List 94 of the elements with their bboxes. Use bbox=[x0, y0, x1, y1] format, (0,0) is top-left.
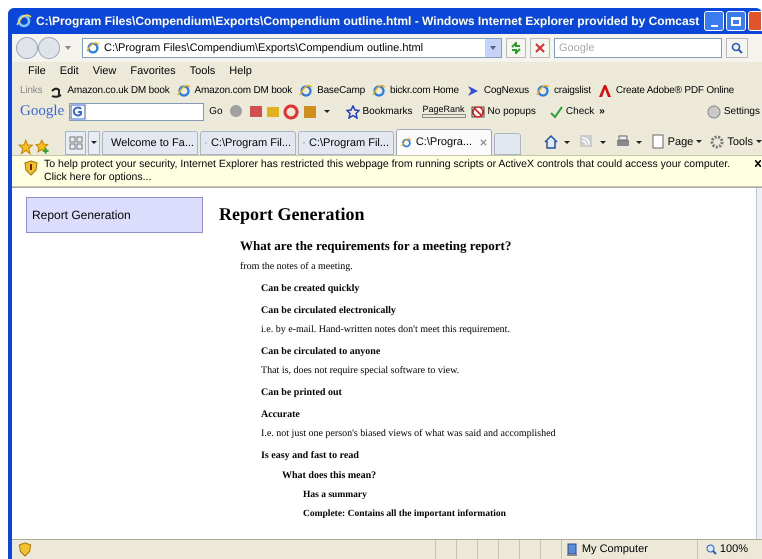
home-icon[interactable] bbox=[542, 134, 559, 150]
dropdown-icon[interactable] bbox=[489, 45, 497, 51]
link-button[interactable]: Create Adobe® PDF Online bbox=[598, 83, 734, 98]
refresh-icon bbox=[510, 42, 522, 54]
menu-item[interactable]: Favorites bbox=[130, 63, 176, 80]
tab[interactable]: C:\Program Fil... bbox=[298, 131, 394, 155]
outline-note: i.e. by e-mail. Hand-written notes don't meet this requirement. bbox=[261, 322, 511, 336]
forward-button[interactable] bbox=[38, 37, 60, 59]
computer-icon bbox=[566, 542, 578, 556]
bookmarks-button[interactable]: Bookmarks bbox=[346, 104, 413, 119]
zoom-icon bbox=[706, 544, 717, 555]
link-button[interactable]: bickr.com Home bbox=[372, 83, 459, 98]
zoom-button[interactable]: 100% bbox=[696, 540, 762, 559]
search-field[interactable] bbox=[69, 102, 204, 120]
quick-tabs-button[interactable] bbox=[64, 131, 86, 155]
stop-button[interactable] bbox=[530, 38, 550, 58]
search-field[interactable]: Google bbox=[554, 38, 722, 58]
check-icon bbox=[548, 104, 563, 118]
close-icon[interactable] bbox=[755, 160, 761, 167]
tab-list-button[interactable] bbox=[88, 131, 100, 155]
shield-icon bbox=[18, 542, 32, 557]
google-logo: Google bbox=[20, 102, 64, 122]
close-button[interactable] bbox=[748, 11, 762, 31]
links-label: Links bbox=[20, 84, 42, 98]
outline-heading: Accurate bbox=[261, 408, 301, 422]
gear-icon bbox=[710, 134, 724, 149]
search-icon bbox=[731, 42, 743, 54]
close-icon bbox=[535, 43, 545, 53]
star-icon bbox=[346, 104, 360, 118]
outline-heading: Can be printed out bbox=[261, 386, 343, 400]
search-button[interactable] bbox=[726, 38, 748, 58]
link-button[interactable]: Amazon.com DM book bbox=[176, 83, 292, 98]
settings-icon bbox=[706, 104, 721, 118]
zone-label: My Computer bbox=[582, 542, 648, 558]
outline-heading: Can be created quickly bbox=[261, 282, 360, 296]
minimize-button[interactable] bbox=[704, 11, 724, 31]
page-icon bbox=[650, 134, 665, 150]
caret-icon[interactable] bbox=[598, 140, 607, 144]
menu-item[interactable]: Edit bbox=[60, 63, 79, 80]
caret-icon[interactable] bbox=[562, 140, 571, 144]
outline-note: I.e. not just one person's biased views of what was said and accomplished bbox=[261, 426, 557, 440]
google-icon bbox=[70, 104, 86, 120]
link-button[interactable]: BaseCamp bbox=[299, 83, 365, 98]
dropdown-icon[interactable] bbox=[64, 45, 72, 51]
popup-blocker-button[interactable]: No popups bbox=[470, 104, 536, 119]
tab[interactable]: C:\Progra... bbox=[396, 129, 492, 155]
pagerank-button[interactable]: PageRank bbox=[422, 105, 466, 118]
maximize-button[interactable] bbox=[726, 11, 746, 31]
arrow-icon bbox=[466, 84, 480, 98]
menu-item[interactable]: Help bbox=[229, 63, 252, 80]
tab[interactable]: C:\Program Fil... bbox=[200, 131, 296, 155]
menu-item[interactable]: Tools bbox=[190, 63, 216, 80]
page-menu-button[interactable]: Page bbox=[650, 134, 702, 150]
favorites-star-icon[interactable] bbox=[18, 139, 34, 155]
page-heading: Report Generation bbox=[219, 203, 366, 226]
go-button[interactable]: Go bbox=[209, 104, 223, 119]
outline-heading: Is easy and fast to read bbox=[261, 448, 360, 462]
back-button[interactable] bbox=[16, 37, 38, 59]
scrollbar[interactable] bbox=[756, 188, 762, 539]
caret-icon[interactable] bbox=[322, 109, 331, 114]
spell-check-button[interactable]: Check bbox=[548, 104, 594, 119]
outline-heading: Can be circulated electronically bbox=[261, 304, 397, 318]
grid-icon bbox=[68, 136, 83, 150]
menu-item[interactable]: File bbox=[28, 63, 46, 80]
outline-heading: Complete: Contains all the important information bbox=[303, 508, 507, 521]
menu-item[interactable]: View bbox=[92, 63, 116, 80]
outline-heading: What are the requirements for a meeting report? bbox=[240, 237, 512, 255]
adobe-icon bbox=[598, 84, 612, 98]
shield-icon bbox=[24, 160, 38, 176]
address-field[interactable]: C:\Program Files\Compendium\Exports\Compendium outline.html bbox=[82, 38, 502, 58]
page-icon bbox=[86, 41, 100, 55]
settings-button[interactable]: Settings bbox=[706, 104, 762, 119]
sidebar-item[interactable]: Report Generation bbox=[26, 197, 203, 233]
outline-note: That is, does not require special software to view. bbox=[261, 364, 460, 378]
caret-icon bbox=[696, 140, 702, 144]
link-button[interactable]: CogNexus bbox=[466, 83, 529, 98]
outline-heading: Can be circulated to anyone bbox=[261, 344, 382, 358]
link-button[interactable]: Amazon.co.uk DM book bbox=[49, 83, 170, 98]
outline-note: from the notes of a meeting. bbox=[240, 260, 354, 274]
outline-heading: What does this mean? bbox=[282, 468, 378, 482]
refresh-button[interactable] bbox=[506, 38, 526, 58]
add-favorite-icon[interactable] bbox=[35, 139, 51, 155]
close-tab-icon[interactable] bbox=[480, 138, 488, 147]
outline-heading: Has a summary bbox=[303, 488, 368, 502]
caret-icon bbox=[91, 141, 98, 145]
toolbar-icons-drawing[interactable] bbox=[228, 102, 318, 120]
caret-icon bbox=[756, 140, 762, 144]
link-button[interactable]: craigslist bbox=[536, 83, 591, 98]
window-title: C:\Program Files\Compendium\Exports\Compendium outline.html - Windows Internet Explorer provided by Comcast bbox=[36, 13, 700, 30]
caret-icon[interactable] bbox=[634, 140, 643, 144]
more-button[interactable]: » bbox=[599, 104, 605, 119]
tab[interactable]: Welcome to Fa... bbox=[102, 131, 198, 155]
no-popups-icon bbox=[470, 104, 485, 118]
tools-menu-button[interactable]: Tools bbox=[710, 134, 762, 150]
